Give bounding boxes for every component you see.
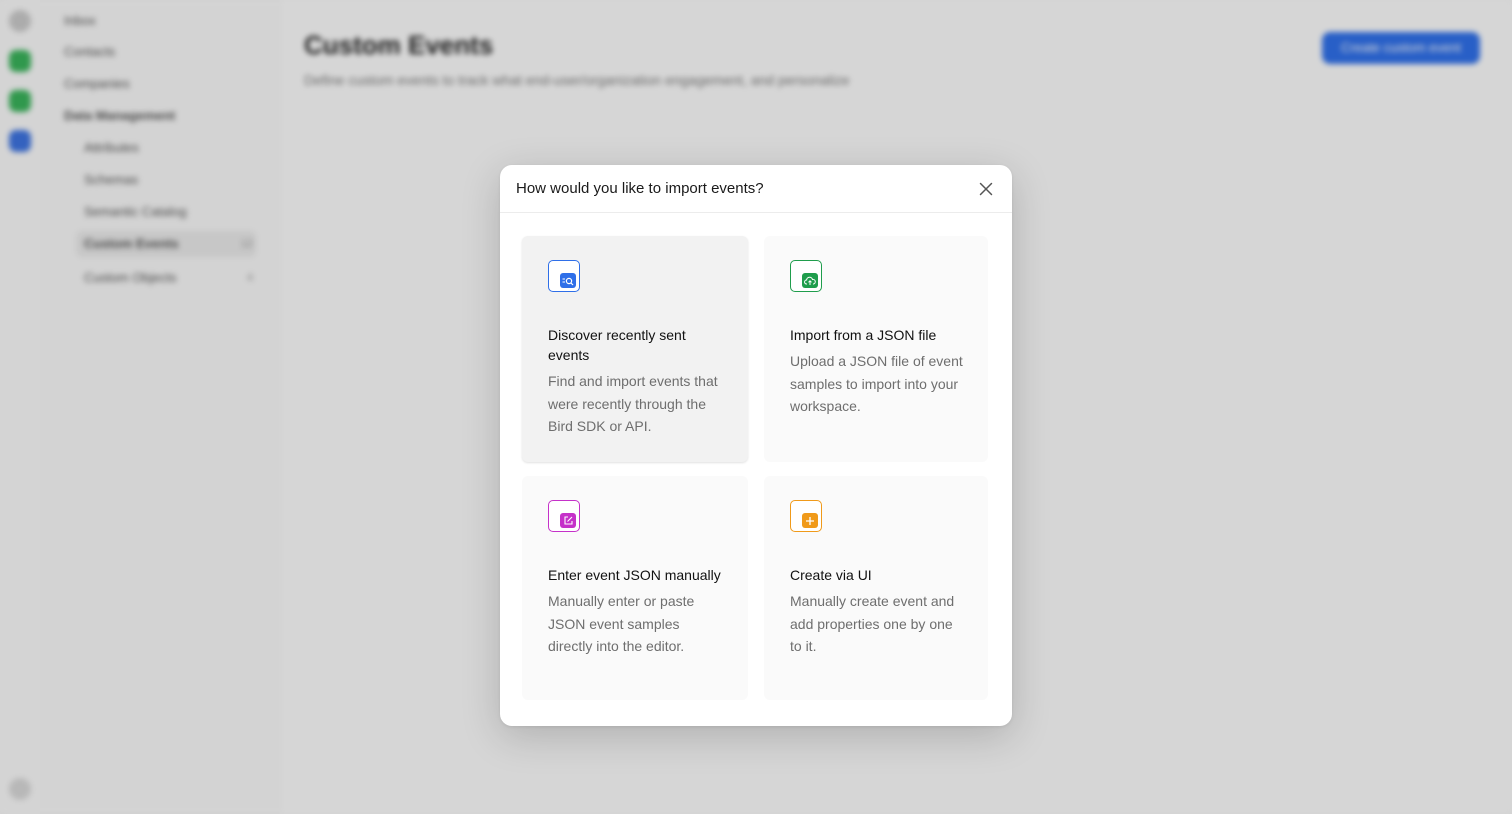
option-title: Discover recently sent events [548, 327, 686, 363]
edit-icon [548, 500, 580, 532]
cloud-upload-icon [790, 260, 822, 292]
modal-header: How would you like to import events? [500, 165, 1012, 213]
option-description: Manually enter or paste JSON event sampl… [548, 593, 695, 654]
modal-title: How would you like to import events? [516, 180, 764, 197]
close-button[interactable] [974, 177, 998, 201]
import-events-modal: How would you like to import events? Dis… [500, 165, 1012, 726]
option-import-json-file[interactable]: Import from a JSON file Upload a JSON fi… [764, 236, 988, 462]
option-title: Import from a JSON file [790, 327, 937, 343]
option-enter-json-manually[interactable]: Enter event JSON manually Manually enter… [522, 476, 748, 700]
plus-icon [790, 500, 822, 532]
option-description: Upload a JSON file of event samples to i… [790, 353, 963, 414]
option-create-via-ui[interactable]: Create via UI Manually create event and … [764, 476, 988, 700]
option-discover-events[interactable]: Discover recently sent events Find and i… [522, 236, 748, 462]
import-options-grid: Discover recently sent events Find and i… [522, 236, 990, 700]
option-title: Create via UI [790, 567, 872, 583]
option-description: Manually create event and add properties… [790, 593, 955, 654]
option-title: Enter event JSON manually [548, 567, 721, 583]
close-icon [979, 182, 993, 196]
discover-icon [548, 260, 580, 292]
option-description: Find and import events that were recentl… [548, 373, 718, 434]
